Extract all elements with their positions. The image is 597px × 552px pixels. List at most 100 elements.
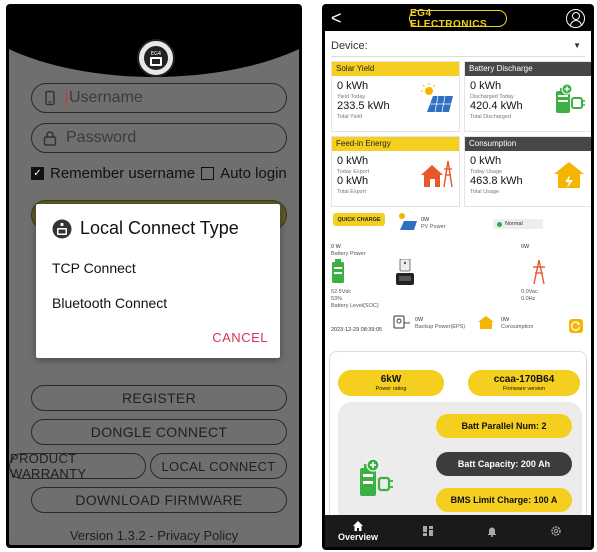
dialog-title-text: Local Connect Type <box>80 218 239 238</box>
consumption-power-label: Consumption <box>501 324 534 330</box>
remember-username-label: Remember username <box>50 165 196 182</box>
total-yield-value: 233.5 kWh <box>337 100 390 112</box>
quick-charge-button[interactable]: QUICK CHARGE <box>333 213 385 226</box>
house-grid-export-icon <box>421 160 453 188</box>
remember-username-checkbox[interactable]: ✓ <box>31 167 44 180</box>
battery-soc: 53% <box>331 296 343 302</box>
consumption-power-value: 0W <box>501 317 510 323</box>
battery-plug-icon <box>360 458 393 496</box>
card-title: Feed-in Energy <box>332 137 459 151</box>
text-cursor <box>66 89 67 107</box>
product-warranty-button[interactable]: PRODUCT WARRANTY <box>9 451 146 481</box>
dashboard-grid-icon <box>423 526 433 536</box>
gear-icon <box>551 526 561 536</box>
solar-yield-card[interactable]: Solar Yield 0 kWh Yield Today 233.5 kWh … <box>331 61 460 132</box>
cancel-button[interactable]: CANCEL <box>212 330 268 345</box>
app-header: < EG4 ELECTRONICS <box>325 7 591 31</box>
total-usage-label: Total Usage <box>470 189 500 195</box>
bell-icon <box>488 527 496 537</box>
inverter-info-panel: 6kW Power rating ccaa-170B64 Firmware ve… <box>329 351 587 522</box>
tcp-connect-option[interactable]: TCP Connect <box>52 260 136 276</box>
tab-dashboard[interactable] <box>401 515 455 547</box>
battery-discharge-card[interactable]: Battery Discharge 0 kWh Discharged Today… <box>464 61 591 132</box>
energy-flow-panel: QUICK CHARGE 0W PV Power Normal 0 W Batt… <box>331 211 585 343</box>
power-rating-value: 6kW <box>380 373 402 385</box>
eg4-device-icon: EG4 <box>144 46 168 70</box>
eps-power-label: Backup Power(EPS) <box>415 324 466 330</box>
chevron-down-icon: ▼ <box>573 41 581 50</box>
grid-voltage: 0.0Vac <box>521 289 538 295</box>
total-yield-label: Total Yield <box>337 114 363 120</box>
bluetooth-connect-option[interactable]: Bluetooth Connect <box>52 295 167 311</box>
eg4-device-icon <box>52 219 72 238</box>
firmware-version-label: Firmware version <box>502 385 546 392</box>
total-discharged-value: 420.4 kWh <box>470 100 523 112</box>
register-button[interactable]: REGISTER <box>31 385 287 411</box>
inverter-icon <box>396 259 414 285</box>
total-discharged-label: Total Discharged <box>470 114 511 120</box>
user-account-icon[interactable] <box>566 9 585 28</box>
battery-plug-icon <box>556 83 585 113</box>
pv-panel-icon <box>399 213 417 230</box>
eps-power-value: 0W <box>415 317 424 323</box>
left-phone-frame: EG4 Username Password ✓ Remember usernam… <box>6 4 302 548</box>
pv-power-label: PV Power <box>421 224 446 230</box>
status-badge: Normal <box>493 219 543 229</box>
app-logo: EG4 <box>137 39 175 77</box>
password-input[interactable]: Password <box>31 123 287 153</box>
grid-frequency: 0.0Hz <box>521 296 536 302</box>
card-title: Battery Discharge <box>465 62 591 76</box>
dialog-title: Local Connect Type <box>52 218 239 239</box>
device-select[interactable]: Device: ▼ <box>331 35 585 57</box>
timestamp: 2023-12-29 08:39:05 <box>331 327 383 333</box>
svg-text:EG4: EG4 <box>151 51 161 57</box>
firmware-version-pill: ccaa-170B64 Firmware version <box>468 370 580 396</box>
download-firmware-button[interactable]: DOWNLOAD FIRMWARE <box>31 487 287 513</box>
battery-details-box: Batt Parallel Num: 2 Batt Capacity: 200 … <box>338 402 582 522</box>
right-phone-frame: < EG4 ELECTRONICS Device: ▼ Solar Yield … <box>322 4 594 550</box>
overview-screen: < EG4 ELECTRONICS Device: ▼ Solar Yield … <box>325 7 591 547</box>
auto-login-label: Auto login <box>220 165 287 182</box>
local-connect-button[interactable]: LOCAL CONNECT <box>150 453 287 479</box>
dongle-connect-button[interactable]: DONGLE CONNECT <box>31 419 287 445</box>
login-screen: EG4 Username Password ✓ Remember usernam… <box>9 7 299 545</box>
tab-overview-label: Overview <box>337 532 379 542</box>
discharged-today-value: 0 kWh <box>470 80 502 92</box>
feed-in-energy-card[interactable]: Feed-in Energy 0 kWh Today Export 0 kWh … <box>331 136 460 207</box>
house-consumption-icon <box>478 316 494 329</box>
device-label: Device: <box>331 39 368 52</box>
auto-login-checkbox[interactable]: ✓ <box>201 167 215 180</box>
pv-power-value: 0W <box>421 217 430 223</box>
backup-eps-icon <box>393 315 410 329</box>
firmware-version-value: ccaa-170B64 <box>493 373 555 385</box>
version-privacy-link[interactable]: Version 1.3.2 - Privacy Policy <box>9 528 299 543</box>
phone-icon <box>45 90 55 106</box>
battery-power-label: Battery Power <box>331 251 366 257</box>
tab-notifications[interactable] <box>465 515 519 547</box>
total-usage-value: 463.8 kWh <box>470 175 523 187</box>
power-rating-pill: 6kW Power rating <box>338 370 444 396</box>
solar-panel-icon <box>421 83 453 113</box>
today-usage-value: 0 kWh <box>470 155 502 167</box>
card-title: Solar Yield <box>332 62 459 76</box>
back-arrow-icon[interactable]: < <box>331 9 342 27</box>
bottom-tab-bar: Overview <box>325 515 591 547</box>
lock-icon <box>43 131 57 146</box>
refresh-icon[interactable] <box>569 319 583 333</box>
tab-settings[interactable] <box>529 515 583 547</box>
consumption-card[interactable]: Consumption 0 kWh Today Usage 463.8 kWh … <box>464 136 591 207</box>
username-input[interactable]: Username <box>31 83 287 113</box>
battery-soc-label: Battery Level(SOC) <box>331 303 379 309</box>
total-export-value: 0 kWh <box>337 175 369 187</box>
battery-power-value: 0 W <box>331 244 341 250</box>
username-placeholder: Username <box>69 89 143 106</box>
status-text: Normal <box>505 221 523 227</box>
battery-voltage: 52.5Vdc <box>331 289 352 295</box>
screenshot-stage: EG4 Username Password ✓ Remember usernam… <box>0 0 597 552</box>
grid-power-value: 0W <box>521 244 530 250</box>
batt-capacity: Batt Capacity: 200 Ah <box>436 452 572 476</box>
grid-tower-icon <box>533 259 545 285</box>
tab-overview[interactable]: Overview <box>331 515 385 547</box>
local-connect-type-dialog: Local Connect Type TCP Connect Bluetooth… <box>36 204 280 358</box>
bms-limit-charge: BMS Limit Charge: 100 A <box>436 488 572 512</box>
